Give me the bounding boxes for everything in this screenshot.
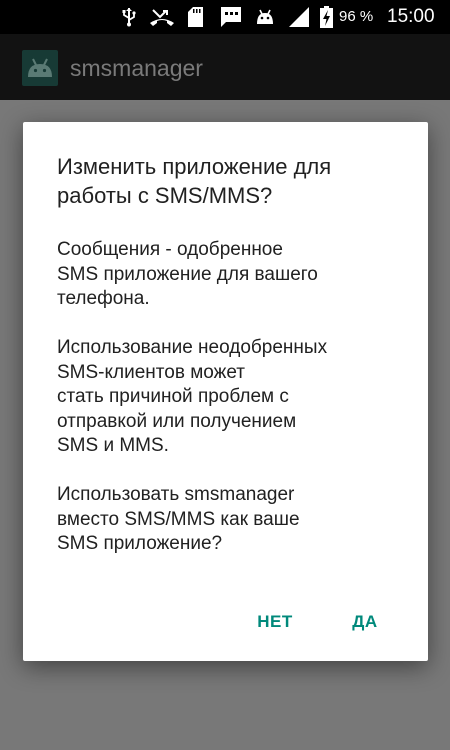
status-clock: 15:00 <box>387 6 435 27</box>
app-bar: smsmanager <box>0 34 450 100</box>
app-title: smsmanager <box>70 55 203 81</box>
change-sms-app-dialog: Изменить приложение для работы с SMS/MMS… <box>23 122 428 661</box>
battery-percent: 96 % <box>339 8 374 25</box>
sd-card-icon <box>186 6 204 28</box>
signal-icon <box>288 6 310 28</box>
yes-button[interactable]: ДА <box>343 606 387 638</box>
message-icon <box>218 6 244 28</box>
dialog-title: Изменить приложение для работы с SMS/MMS… <box>57 154 332 208</box>
usb-icon <box>118 6 140 28</box>
dialog-message: Сообщения - одобренное SMS приложение дл… <box>57 239 328 554</box>
android-app-icon <box>22 50 58 86</box>
status-bar: 96 % 15:00 <box>0 0 450 34</box>
no-button[interactable]: НЕТ <box>247 606 303 638</box>
missed-call-icon <box>148 6 176 28</box>
android-debug-icon <box>254 6 276 28</box>
battery-charging-icon <box>318 6 334 28</box>
